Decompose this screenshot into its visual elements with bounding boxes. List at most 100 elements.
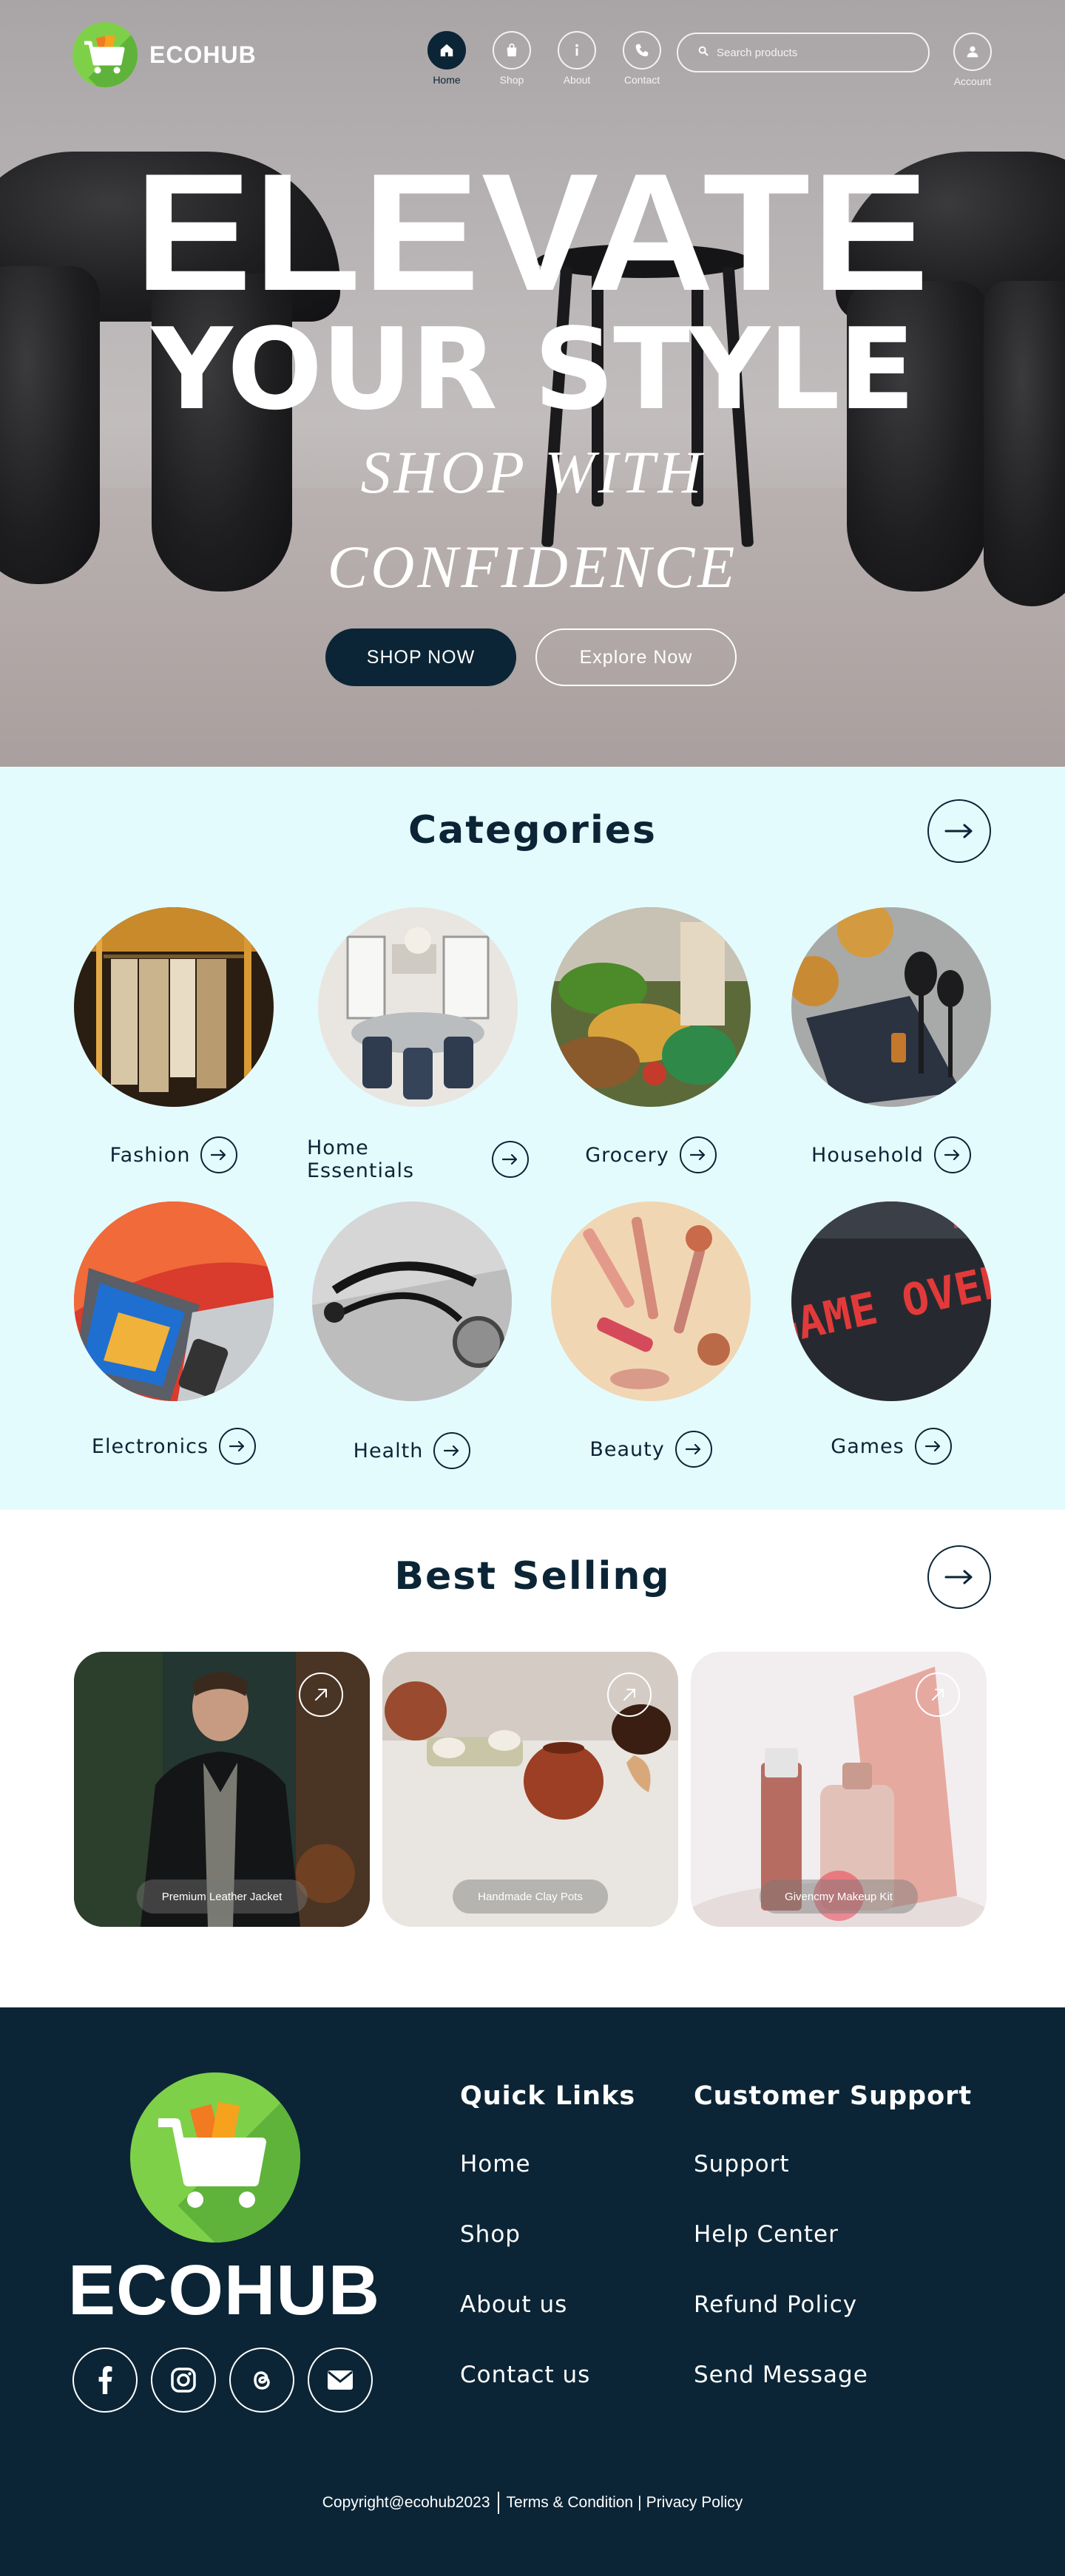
user-icon [953, 33, 992, 71]
instagram-icon[interactable] [151, 2348, 216, 2413]
category-label: Electronics [91, 1434, 209, 1458]
cart-logo-icon[interactable] [130, 2072, 300, 2243]
categories-section: Categories Fashion Home Essentials Groce… [0, 767, 1065, 1510]
arrow-right-icon[interactable] [492, 1141, 529, 1178]
product-label: Handmade Clay Pots [453, 1880, 608, 1914]
category-card-games[interactable]: GAME OVER Games [780, 1201, 1002, 1465]
footer-link-about[interactable]: About us [460, 2291, 635, 2362]
category-card-home-essentials[interactable]: Home Essentials [307, 907, 529, 1182]
footer-link-shop[interactable]: Shop [460, 2221, 635, 2291]
privacy-link[interactable]: Privacy Policy [646, 2494, 743, 2512]
footer-link-refund-policy[interactable]: Refund Policy [694, 2291, 972, 2362]
nav-item-about[interactable]: About [544, 31, 609, 86]
category-label: Fashion [109, 1143, 191, 1167]
category-card-fashion[interactable]: Fashion [63, 907, 285, 1173]
divider-text: | [638, 2494, 642, 2511]
copyright-text: Copyright@ecohub2023 [322, 2494, 490, 2511]
categories-more-button[interactable] [927, 799, 991, 863]
category-image-beauty [551, 1201, 751, 1401]
best-selling-more-button[interactable] [927, 1545, 991, 1609]
category-label: Home Essentials [307, 1136, 415, 1182]
categories-title: Categories [408, 808, 657, 853]
hero-headline: ELEVATE [134, 139, 931, 326]
category-card-household[interactable]: Household [780, 907, 1002, 1173]
arrow-up-right-icon[interactable] [916, 1672, 960, 1717]
arrow-right-icon[interactable] [200, 1136, 238, 1173]
category-image-games: GAME OVER [791, 1201, 991, 1401]
category-image-household [791, 907, 991, 1107]
threads-icon[interactable] [229, 2348, 294, 2413]
category-image-electronics [74, 1201, 274, 1401]
category-label: Health [353, 1439, 424, 1462]
arrow-up-right-icon[interactable] [607, 1672, 652, 1717]
facebook-icon[interactable] [72, 2348, 138, 2413]
hero-tagline-line: SHOP WITH [360, 438, 705, 506]
category-label: Beauty [589, 1437, 665, 1461]
category-label: Games [831, 1434, 905, 1458]
customer-support-column: Customer Support Support Help Center Ref… [694, 2081, 972, 2432]
arrow-right-icon[interactable] [933, 1136, 971, 1173]
arrow-right-icon[interactable] [433, 1432, 471, 1469]
terms-link[interactable]: Terms & Condition [507, 2494, 634, 2512]
nav-label: Contact [623, 74, 660, 86]
hero-section: ECOHUB Home Shop About Contact Search pr… [0, 0, 1065, 767]
footer: ECOHUB Quick Links Home Shop About us Co… [0, 2007, 1065, 2576]
footer-link-home[interactable]: Home [460, 2151, 635, 2221]
category-card-health[interactable]: Health [301, 1201, 523, 1469]
footer-brand-name: ECOHUB [68, 2251, 381, 2330]
shop-now-button[interactable]: SHOP NOW [325, 628, 516, 686]
customer-support-title: Customer Support [694, 2081, 973, 2111]
shopping-bag-icon [493, 31, 531, 70]
nav-item-shop[interactable]: Shop [479, 31, 544, 86]
category-image-fashion [74, 907, 274, 1107]
nav-item-contact[interactable]: Contact [609, 31, 674, 86]
hero-tagline: SHOP WITH CONFIDENCE [0, 425, 1065, 614]
arrow-right-icon[interactable] [679, 1136, 717, 1173]
arrow-right-icon [944, 824, 973, 838]
footer-link-send-message[interactable]: Send Message [694, 2362, 972, 2432]
best-selling-title: Best Selling [394, 1554, 671, 1599]
cart-logo-icon [72, 22, 138, 87]
account-label: Account [953, 75, 992, 87]
category-label: Grocery [585, 1143, 669, 1167]
brand-logo[interactable]: ECOHUB [72, 22, 257, 87]
nav-label: Home [433, 74, 461, 86]
social-links [72, 2348, 386, 2413]
search-input[interactable] [717, 46, 916, 59]
arrow-right-icon[interactable] [219, 1428, 257, 1465]
footer-link-contact[interactable]: Contact us [460, 2362, 635, 2432]
brand-name: ECOHUB [149, 41, 257, 68]
product-card-clay-pots[interactable]: Handmade Clay Pots [382, 1652, 678, 1927]
phone-icon [623, 31, 661, 70]
search-bar[interactable] [677, 33, 930, 72]
nav-label: Shop [499, 74, 524, 86]
mail-icon[interactable] [308, 2348, 373, 2413]
arrow-up-right-icon[interactable] [299, 1672, 343, 1717]
footer-link-support[interactable]: Support [694, 2151, 972, 2221]
hero-subheadline: YOUR STYLE [151, 304, 915, 435]
copyright-bar: Copyright@ecohub2023 Terms & Condition |… [0, 2492, 1065, 2514]
category-card-grocery[interactable]: Grocery [540, 907, 762, 1173]
arrow-right-icon [944, 1570, 973, 1584]
quick-links-column: Quick Links Home Shop About us Contact u… [460, 2081, 635, 2432]
arrow-right-icon[interactable] [674, 1431, 712, 1468]
category-card-electronics[interactable]: Electronics [63, 1201, 285, 1465]
nav-menu: Home Shop About Contact [414, 31, 674, 86]
product-label: Premium Leather Jacket [136, 1880, 308, 1914]
product-card-leather-jacket[interactable]: Premium Leather Jacket [74, 1652, 370, 1927]
home-icon [427, 31, 466, 70]
nav-item-home[interactable]: Home [414, 31, 479, 86]
best-selling-section: Best Selling Premium Leather Jacket Hand… [0, 1510, 1065, 2007]
category-image-health [312, 1201, 512, 1401]
category-image-home-essentials [318, 907, 518, 1107]
explore-now-button[interactable]: Explore Now [535, 628, 737, 686]
arrow-right-icon[interactable] [914, 1428, 952, 1465]
quick-links-title: Quick Links [460, 2081, 636, 2111]
category-card-beauty[interactable]: Beauty [540, 1201, 762, 1468]
product-card-makeup-kit[interactable]: Givencmy Makeup Kit [691, 1652, 987, 1927]
product-label: Givencmy Makeup Kit [760, 1880, 918, 1914]
footer-link-help-center[interactable]: Help Center [694, 2221, 972, 2291]
account-button[interactable]: Account [947, 33, 998, 87]
category-image-grocery [551, 907, 751, 1107]
top-navigation: ECOHUB Home Shop About Contact Search pr… [0, 0, 1065, 104]
